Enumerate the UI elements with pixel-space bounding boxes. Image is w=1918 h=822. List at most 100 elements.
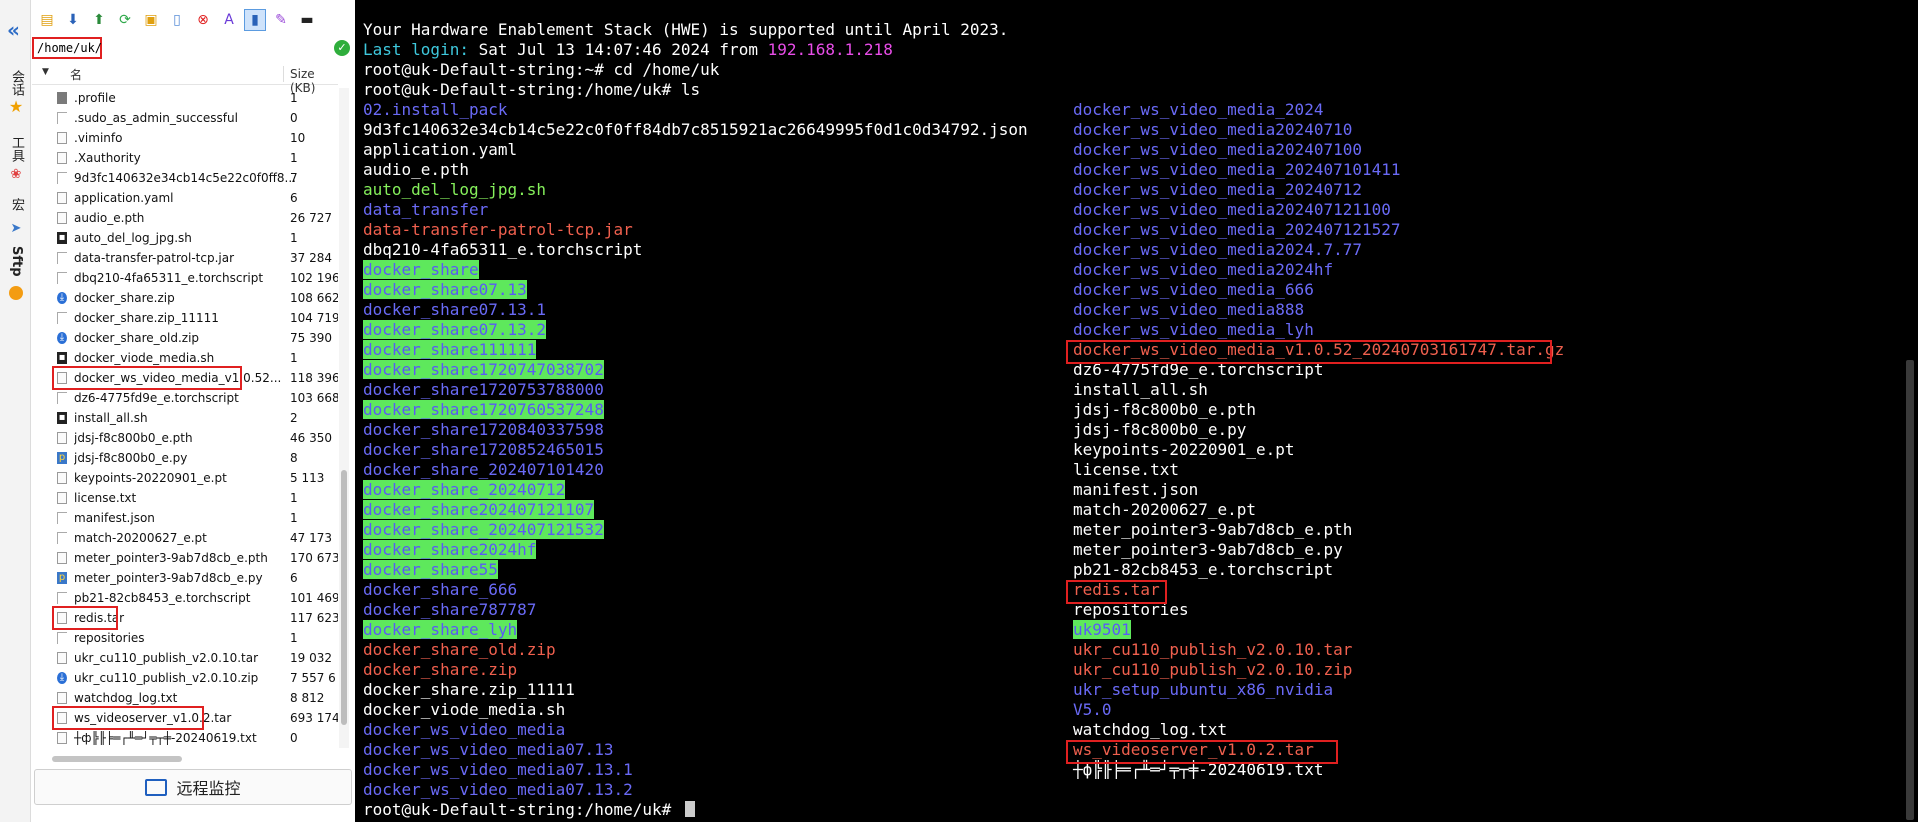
file-row[interactable]: ukr_cu110_publish_v2.0.10.tar 19 032 — [32, 648, 338, 668]
file-row[interactable]: ⤓ docker_share.zip 108 662 — [32, 288, 338, 308]
ls-entry: docker_share_202407101420 — [363, 460, 604, 480]
file-size: 1 — [290, 511, 298, 525]
file-size: 8 — [290, 451, 298, 465]
file-row[interactable]: keypoints-20220901_e.pt 5 113 — [32, 468, 338, 488]
ls-entry: docker_ws_video_media2024.7.77 — [1073, 240, 1362, 260]
star-icon[interactable]: ★ — [5, 99, 27, 115]
vertical-scrollbar-thumb[interactable] — [341, 470, 347, 725]
confirm-path-icon[interactable]: ✓ — [334, 40, 350, 56]
terminal-icon[interactable]: ▬ — [296, 9, 318, 31]
ls-entry-name: docker_ws_video_media — [363, 720, 566, 739]
file-row[interactable]: jdsj-f8c800b0_e.pth 46 350 — [32, 428, 338, 448]
delete-icon[interactable]: ⊗ — [192, 9, 214, 31]
tab-macros[interactable]: 宏 — [5, 198, 27, 215]
file-size: 1 — [290, 491, 298, 505]
file-row[interactable]: .viminfo 10 — [32, 128, 338, 148]
properties-icon[interactable]: ▮ — [244, 9, 266, 31]
column-name-header[interactable]: 名 — [70, 66, 82, 83]
rename-icon[interactable]: A — [218, 9, 240, 31]
ls-entry: docker_share1720747038702 — [363, 360, 604, 380]
new-file-icon[interactable]: ▯ — [166, 9, 188, 31]
file-row[interactable]: p meter_pointer3-9ab7d8cb_e.py 6 — [32, 568, 338, 588]
ls-entry: match-20200627_e.pt — [1073, 500, 1256, 520]
expand-tree-icon[interactable]: ▼ — [42, 67, 49, 77]
terminal-scrollbar[interactable] — [1906, 360, 1914, 820]
refresh-icon[interactable]: ⟳ — [114, 9, 136, 31]
ls-entry-name: docker_share1720747038702 — [363, 360, 604, 379]
file-icon — [57, 732, 67, 744]
tab-sftp[interactable]: Sftp — [5, 246, 27, 281]
terminal[interactable]: Your Hardware Enablement Stack (HWE) is … — [355, 0, 1918, 822]
ls-entry: license.txt — [1073, 460, 1179, 480]
file-row[interactable]: ▪ docker_viode_media.sh 1 — [32, 348, 338, 368]
ls-entry-name: docker_share55 — [363, 560, 498, 579]
file-size: 101 469 — [290, 591, 338, 605]
shell-script-icon: ▪ — [57, 352, 67, 364]
file-row[interactable]: ▪ auto_del_log_jpg.sh 1 — [32, 228, 338, 248]
file-row[interactable]: docker_share.zip_11111 104 719 — [32, 308, 338, 328]
file-row[interactable]: audio_e.pth 26 727 — [32, 208, 338, 228]
file-row[interactable]: docker_ws_video_media_v1.0.52... 118 396 — [32, 366, 338, 390]
file-row[interactable]: ⤓ ukr_cu110_publish_v2.0.10.zip 7 557 6 — [32, 668, 338, 688]
ls-entry-name: jdsj-f8c800b0_e.pth — [1073, 400, 1257, 419]
tab-sessions[interactable]: 会话 — [5, 70, 27, 100]
generic-file-icon — [57, 112, 67, 124]
file-row[interactable]: p jdsj-f8c800b0_e.py 8 — [32, 448, 338, 468]
file-size: 6 — [290, 191, 298, 205]
ls-entry: docker_ws_video_media_20240712 — [1073, 180, 1362, 200]
file-row[interactable]: ⤓ docker_share_old.zip 75 390 — [32, 328, 338, 348]
ls-entry: docker_share.zip_11111 — [363, 680, 575, 700]
file-row[interactable]: dz6-4775fd9e_e.torchscript 103 668 — [32, 388, 338, 408]
file-row[interactable]: data-transfer-patrol-tcp.jar 37 284 — [32, 248, 338, 268]
ls-entry-name: docker_share1720760537248 — [363, 400, 604, 419]
upload-icon[interactable]: ⬆ — [88, 9, 110, 31]
ls-entry: pb21-82cb8453_e.torchscript — [1073, 560, 1333, 580]
column-divider[interactable] — [283, 66, 284, 82]
highlight-box — [1066, 740, 1338, 764]
highlight-box — [1066, 340, 1552, 364]
file-row[interactable]: .profile 1 — [32, 88, 338, 108]
ls-entry-name: docker_ws_video_media20240710 — [1073, 120, 1353, 139]
file-row[interactable]: watchdog_log.txt 8 812 — [32, 688, 338, 708]
file-row[interactable]: repositories 1 — [32, 628, 338, 648]
ls-entry: docker_ws_video_media202407121100 — [1073, 200, 1391, 220]
file-row[interactable]: application.yaml 6 — [32, 188, 338, 208]
file-row[interactable]: ws_videoserver_v1.0.2.tar 693 174 — [32, 706, 338, 730]
file-row[interactable]: 9d3fc140632e34cb14c5e22c0f0ff8... 7 — [32, 168, 338, 188]
file-icon — [57, 552, 67, 564]
folder-up-icon[interactable]: ▤ — [36, 9, 58, 31]
ls-entry-name: docker_share07.13 — [363, 280, 527, 299]
file-row[interactable]: match-20200627_e.pt 47 173 — [32, 528, 338, 548]
file-size: 170 673 — [290, 551, 338, 565]
path-input[interactable]: /home/uk/ — [32, 37, 102, 59]
file-name: docker_share_old.zip — [74, 331, 200, 345]
file-size: 26 727 — [290, 211, 332, 225]
ls-entry-name: docker_share.zip — [363, 660, 518, 679]
download-icon[interactable]: ⬇ — [62, 9, 84, 31]
file-row[interactable]: .Xauthority 1 — [32, 148, 338, 168]
file-row[interactable]: redis.tar 117 623 — [32, 606, 338, 630]
file-row[interactable]: ▪ install_all.sh 2 — [32, 408, 338, 428]
magnet-icon[interactable]: ❀ — [5, 168, 27, 182]
file-size: 19 032 — [290, 651, 332, 665]
file-row[interactable]: ┼ф╠╟╞═┌╨═┘╤┬╪-20240619.txt 0 — [32, 728, 338, 748]
file-row[interactable]: license.txt 1 — [32, 488, 338, 508]
tools-icon[interactable]: ✎ — [270, 9, 292, 31]
tab-macros-label: 宏 — [9, 198, 24, 211]
file-row[interactable]: manifest.json 1 — [32, 508, 338, 528]
remote-monitor-button[interactable]: 远程监控 — [34, 769, 352, 805]
file-row[interactable]: pb21-82cb8453_e.torchscript 101 469 — [32, 588, 338, 608]
file-row[interactable]: .sudo_as_admin_successful 0 — [32, 108, 338, 128]
ls-entry: meter_pointer3-9ab7d8cb_e.pth — [1073, 520, 1352, 540]
file-row[interactable]: dbq210-4fa65311_e.torchscript 102 196 — [32, 268, 338, 288]
paper-plane-icon[interactable]: ➤ — [5, 222, 27, 236]
ls-entry: docker_ws_video_media_2024 — [1073, 100, 1323, 120]
collapse-panel-icon[interactable]: « — [7, 20, 20, 40]
new-folder-icon[interactable]: ▣ — [140, 9, 162, 31]
horizontal-scrollbar-thumb[interactable] — [52, 756, 182, 762]
file-size: 5 113 — [290, 471, 325, 485]
tab-tools[interactable]: 工具 — [5, 136, 27, 166]
file-row[interactable]: meter_pointer3-9ab7d8cb_e.pth 170 673 — [32, 548, 338, 568]
ls-entry-name: V5.0 — [1073, 700, 1112, 719]
ls-entry: V5.0 — [1073, 700, 1112, 720]
